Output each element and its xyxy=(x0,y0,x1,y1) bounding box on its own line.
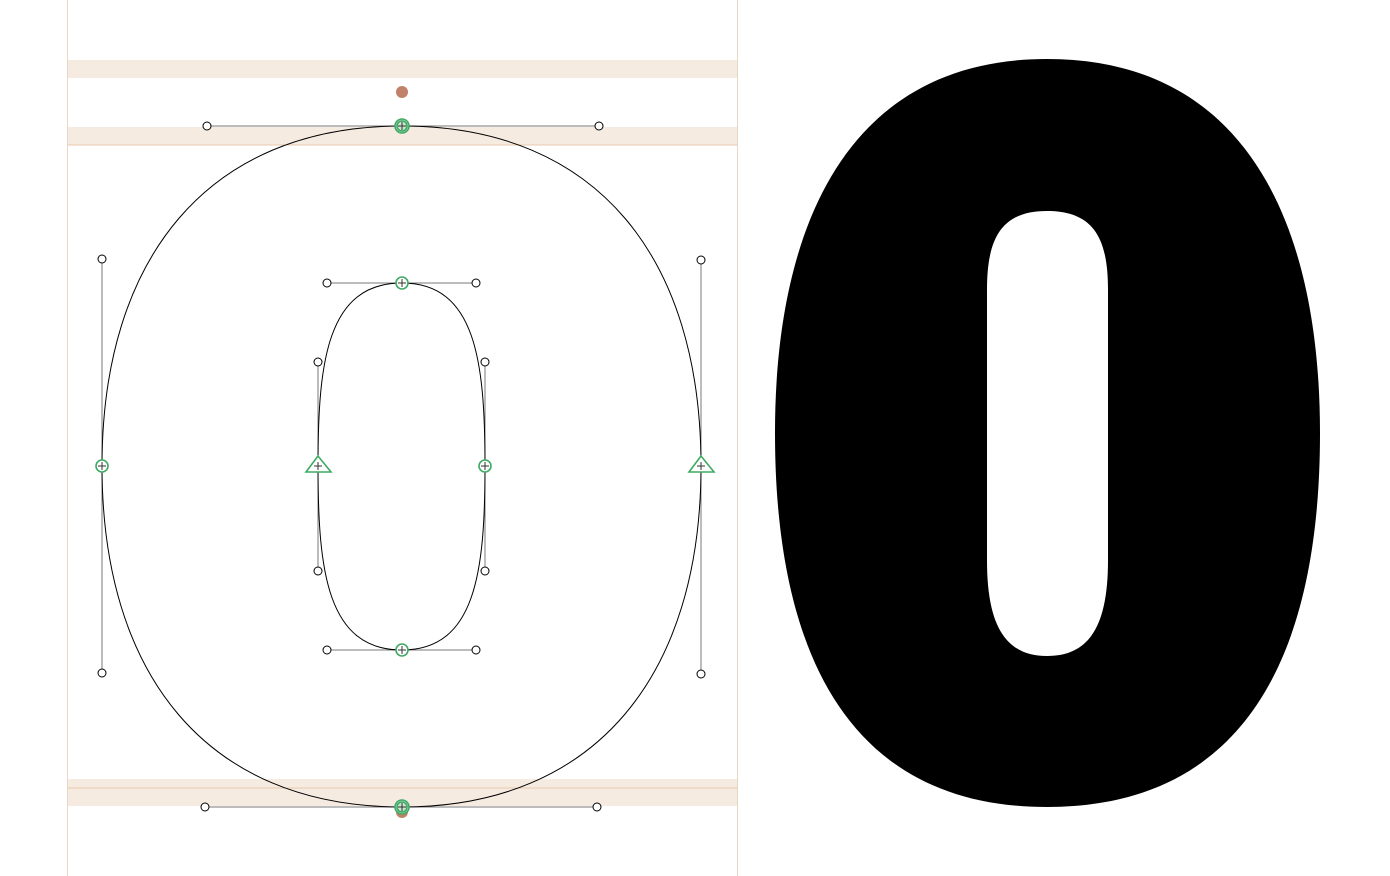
hollow-circle-handle-icon[interactable] xyxy=(471,645,481,655)
green-circle-point-icon[interactable] xyxy=(394,799,410,815)
metric-zones xyxy=(67,60,737,806)
green-circle-point-icon[interactable] xyxy=(95,459,109,473)
off-curve-handles xyxy=(97,121,706,812)
glyph-outline[interactable] xyxy=(101,125,702,808)
green-circle-point-icon[interactable] xyxy=(395,643,409,657)
hollow-circle-handle-icon[interactable] xyxy=(696,669,706,679)
hollow-circle-handle-icon[interactable] xyxy=(97,668,107,678)
hollow-circle-handle-icon[interactable] xyxy=(480,357,490,367)
green-circle-point-icon[interactable] xyxy=(394,118,410,134)
hollow-circle-handle-icon[interactable] xyxy=(696,255,706,265)
hollow-circle-handle-icon[interactable] xyxy=(200,802,210,812)
handle-lines xyxy=(101,125,702,808)
hollow-circle-handle-icon[interactable] xyxy=(471,278,481,288)
ascender-zone xyxy=(67,60,737,78)
hollow-circle-handle-icon[interactable] xyxy=(322,278,332,288)
brown-dot-anchor-icon[interactable] xyxy=(396,86,408,98)
hollow-circle-handle-icon[interactable] xyxy=(313,566,323,576)
hollow-circle-handle-icon[interactable] xyxy=(480,566,490,576)
glyph-preview xyxy=(775,59,1320,807)
hollow-circle-handle-icon[interactable] xyxy=(97,254,107,264)
metric-lines xyxy=(67,144,737,789)
hollow-circle-handle-icon[interactable] xyxy=(322,645,332,655)
hollow-circle-handle-icon[interactable] xyxy=(594,121,604,131)
green-triangle-point-icon[interactable] xyxy=(304,454,333,473)
green-circle-point-icon[interactable] xyxy=(478,459,492,473)
anchors xyxy=(396,86,408,818)
glyph-preview-fill xyxy=(775,59,1320,807)
green-circle-point-icon[interactable] xyxy=(395,276,409,290)
hollow-circle-handle-icon[interactable] xyxy=(313,357,323,367)
hollow-circle-handle-icon[interactable] xyxy=(592,802,602,812)
glyph-editor-canvas[interactable] xyxy=(0,0,1390,876)
on-curve-points xyxy=(95,118,716,815)
green-triangle-point-icon[interactable] xyxy=(687,454,716,473)
inner-contour[interactable] xyxy=(317,282,486,651)
hollow-circle-handle-icon[interactable] xyxy=(202,121,212,131)
outer-contour[interactable] xyxy=(101,125,702,808)
